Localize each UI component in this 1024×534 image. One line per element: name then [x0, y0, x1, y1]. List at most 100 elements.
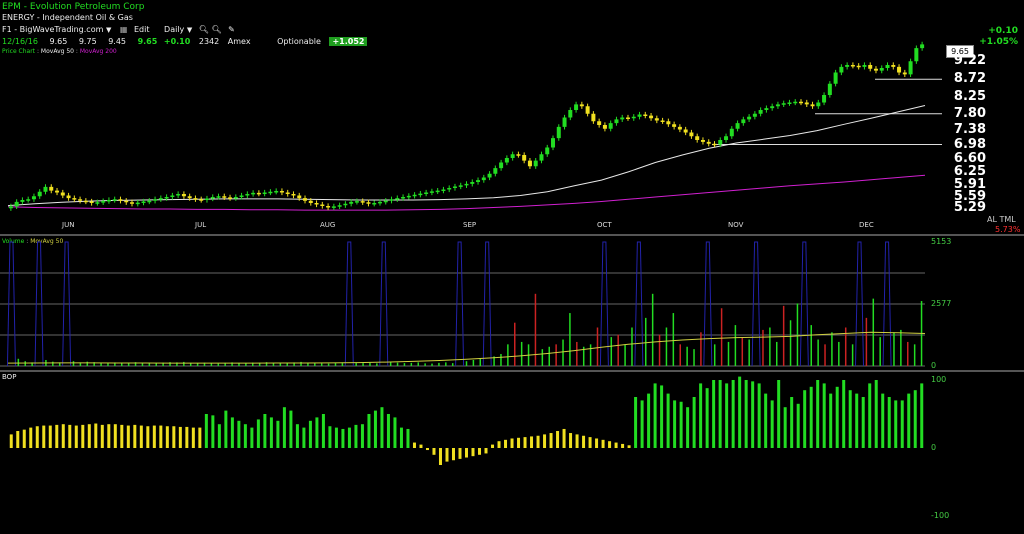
bop-bar — [29, 427, 33, 448]
bop-bar — [881, 393, 885, 448]
candle-body — [354, 201, 359, 203]
candle-body — [233, 197, 238, 199]
candle-body — [262, 192, 267, 194]
bop-bar — [22, 429, 26, 448]
candle-body — [401, 197, 406, 199]
candle-body — [677, 126, 682, 130]
candle-body — [747, 116, 752, 120]
candle-body — [204, 198, 209, 200]
bop-bar — [900, 400, 904, 448]
candle-body — [153, 199, 158, 201]
bop-bar — [562, 428, 566, 448]
candle-body — [181, 194, 186, 197]
bop-bar — [673, 400, 677, 448]
bop-bar — [608, 441, 612, 448]
candle-body — [695, 136, 700, 140]
candle-body — [95, 202, 100, 204]
bop-bar — [523, 437, 527, 448]
candle-body — [285, 192, 290, 194]
bop-bar — [393, 417, 397, 448]
candle-body — [389, 199, 394, 201]
candle-body — [303, 198, 308, 201]
bop-bar — [334, 427, 338, 448]
candle-body — [660, 120, 665, 122]
candle-body — [210, 197, 215, 199]
bop-bar — [204, 414, 208, 448]
bop-bar — [543, 434, 547, 448]
bop-bar — [569, 433, 573, 448]
candle-body — [216, 196, 221, 198]
bop-bar — [399, 427, 403, 448]
bop-bar — [718, 380, 722, 448]
bop-bar — [686, 407, 690, 448]
bop-bar — [588, 437, 592, 448]
bop-bar — [152, 425, 156, 448]
candle-body — [649, 115, 654, 119]
candle-body — [574, 104, 579, 110]
bop-bar — [595, 438, 599, 448]
candle-body — [308, 200, 313, 203]
candle-body — [314, 203, 319, 205]
candle-body — [810, 104, 815, 107]
bop-bar — [705, 388, 709, 448]
bop-bar — [874, 380, 878, 448]
bop-bar — [113, 424, 117, 448]
bop-bar — [530, 436, 534, 448]
bop-bar — [230, 417, 234, 448]
bop-bar — [894, 400, 898, 448]
bop-bar — [16, 431, 20, 448]
bop-bar — [640, 400, 644, 448]
candle-body — [545, 147, 550, 155]
bop-bar — [601, 439, 605, 448]
bop-bar — [178, 426, 182, 448]
candle-body — [839, 66, 844, 73]
candle-body — [429, 191, 434, 193]
bop-bar — [302, 427, 306, 448]
candle-body — [712, 143, 717, 146]
candle-body — [49, 186, 54, 191]
bop-bar — [185, 426, 189, 448]
candle-body — [170, 195, 175, 197]
candle-body — [775, 104, 780, 107]
bop-bar — [738, 376, 742, 448]
bop-bar — [822, 383, 826, 448]
bop-bar — [224, 410, 228, 448]
candle-body — [568, 110, 573, 118]
candle-body — [274, 191, 279, 193]
bop-bar — [48, 425, 52, 448]
candle-body — [539, 154, 544, 161]
bop-bar — [751, 381, 755, 448]
candle-body — [458, 185, 463, 187]
bop-bar — [517, 437, 521, 448]
candle-body — [452, 186, 457, 188]
chart-canvas[interactable] — [0, 0, 1024, 534]
bop-bar — [172, 426, 176, 448]
candle-body — [326, 206, 331, 208]
bop-bar — [191, 427, 195, 448]
candle-body — [879, 68, 884, 71]
bop-bar — [465, 448, 468, 458]
candle-body — [729, 128, 734, 137]
candle-body — [239, 195, 244, 197]
bop-bar — [419, 444, 423, 448]
volume-ma-line — [7, 331, 926, 364]
candle-body — [620, 117, 625, 120]
candle-body — [908, 61, 913, 75]
candle-body — [412, 194, 417, 197]
bop-bar — [627, 445, 631, 448]
candle-body — [816, 102, 821, 107]
candle-body — [625, 117, 630, 119]
candle-body — [804, 102, 809, 105]
bop-bar — [139, 425, 143, 448]
candle-body — [251, 192, 256, 195]
candle-body — [608, 123, 613, 129]
bop-bar — [126, 425, 130, 448]
bop-bar — [731, 380, 735, 448]
candle-body — [672, 124, 677, 127]
candle-body — [666, 121, 671, 125]
bop-bar — [243, 424, 247, 448]
candle-body — [418, 193, 423, 196]
candle-body — [602, 125, 607, 129]
bop-bar — [757, 383, 761, 448]
candle-body — [406, 195, 411, 198]
